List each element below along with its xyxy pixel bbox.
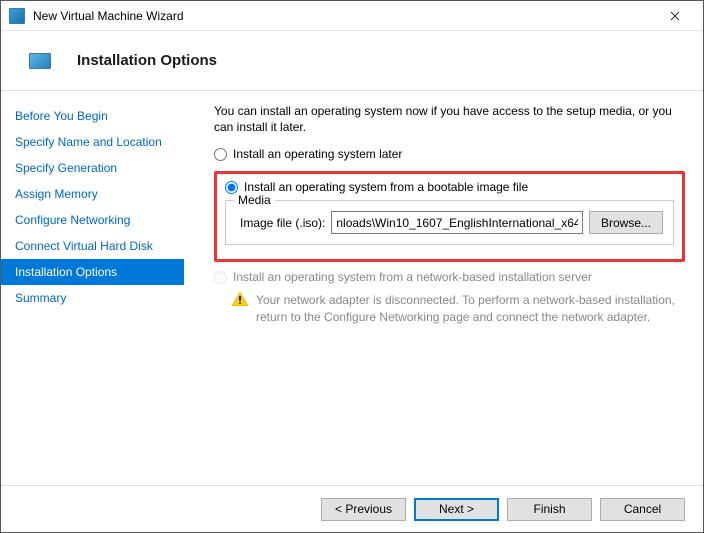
image-file-label: Image file (.iso): (240, 216, 325, 230)
media-fieldset: Media Image file (.iso): Browse... (225, 200, 674, 245)
wizard-icon (29, 53, 51, 69)
media-row: Image file (.iso): Browse... (240, 211, 663, 234)
radio-install-later-label[interactable]: Install an operating system later (233, 147, 402, 161)
app-icon (9, 8, 25, 24)
warning-text: Your network adapter is disconnected. To… (256, 292, 685, 324)
finish-button[interactable]: Finish (507, 498, 592, 521)
cancel-button[interactable]: Cancel (600, 498, 685, 521)
wizard-header: Installation Options (1, 31, 703, 91)
warning-row: Your network adapter is disconnected. To… (214, 292, 685, 324)
main-content: You can install an operating system now … (184, 91, 703, 486)
step-installation-options[interactable]: Installation Options (1, 259, 184, 285)
step-summary[interactable]: Summary (1, 285, 184, 311)
step-connect-vhd[interactable]: Connect Virtual Hard Disk (1, 233, 184, 259)
radio-install-network-row: Install an operating system from a netwo… (214, 270, 685, 284)
titlebar: New Virtual Machine Wizard (1, 1, 703, 31)
step-specify-generation[interactable]: Specify Generation (1, 155, 184, 181)
page-title: Installation Options (77, 52, 217, 69)
warning-icon (232, 292, 248, 306)
radio-install-network (214, 271, 227, 284)
next-button[interactable]: Next > (414, 498, 499, 521)
radio-install-later-row: Install an operating system later (214, 147, 685, 161)
step-configure-networking[interactable]: Configure Networking (1, 207, 184, 233)
wizard-steps: Before You Begin Specify Name and Locati… (1, 91, 184, 486)
browse-button[interactable]: Browse... (589, 211, 663, 234)
radio-install-image-row: Install an operating system from a boota… (225, 180, 674, 194)
step-before-you-begin[interactable]: Before You Begin (1, 103, 184, 129)
radio-install-image-label[interactable]: Install an operating system from a boota… (244, 180, 528, 194)
media-legend: Media (234, 193, 275, 207)
wizard-footer: < Previous Next > Finish Cancel (1, 485, 703, 532)
highlighted-option: Install an operating system from a boota… (214, 171, 685, 262)
close-icon (670, 11, 680, 21)
step-assign-memory[interactable]: Assign Memory (1, 181, 184, 207)
radio-install-image[interactable] (225, 181, 238, 194)
close-button[interactable] (655, 2, 695, 30)
radio-install-later[interactable] (214, 148, 227, 161)
wizard-body: Before You Begin Specify Name and Locati… (1, 91, 703, 486)
intro-text: You can install an operating system now … (214, 103, 685, 135)
previous-button[interactable]: < Previous (321, 498, 406, 521)
image-file-input[interactable] (331, 211, 583, 234)
window-title: New Virtual Machine Wizard (33, 9, 184, 23)
radio-install-network-label: Install an operating system from a netwo… (233, 270, 592, 284)
step-specify-name[interactable]: Specify Name and Location (1, 129, 184, 155)
